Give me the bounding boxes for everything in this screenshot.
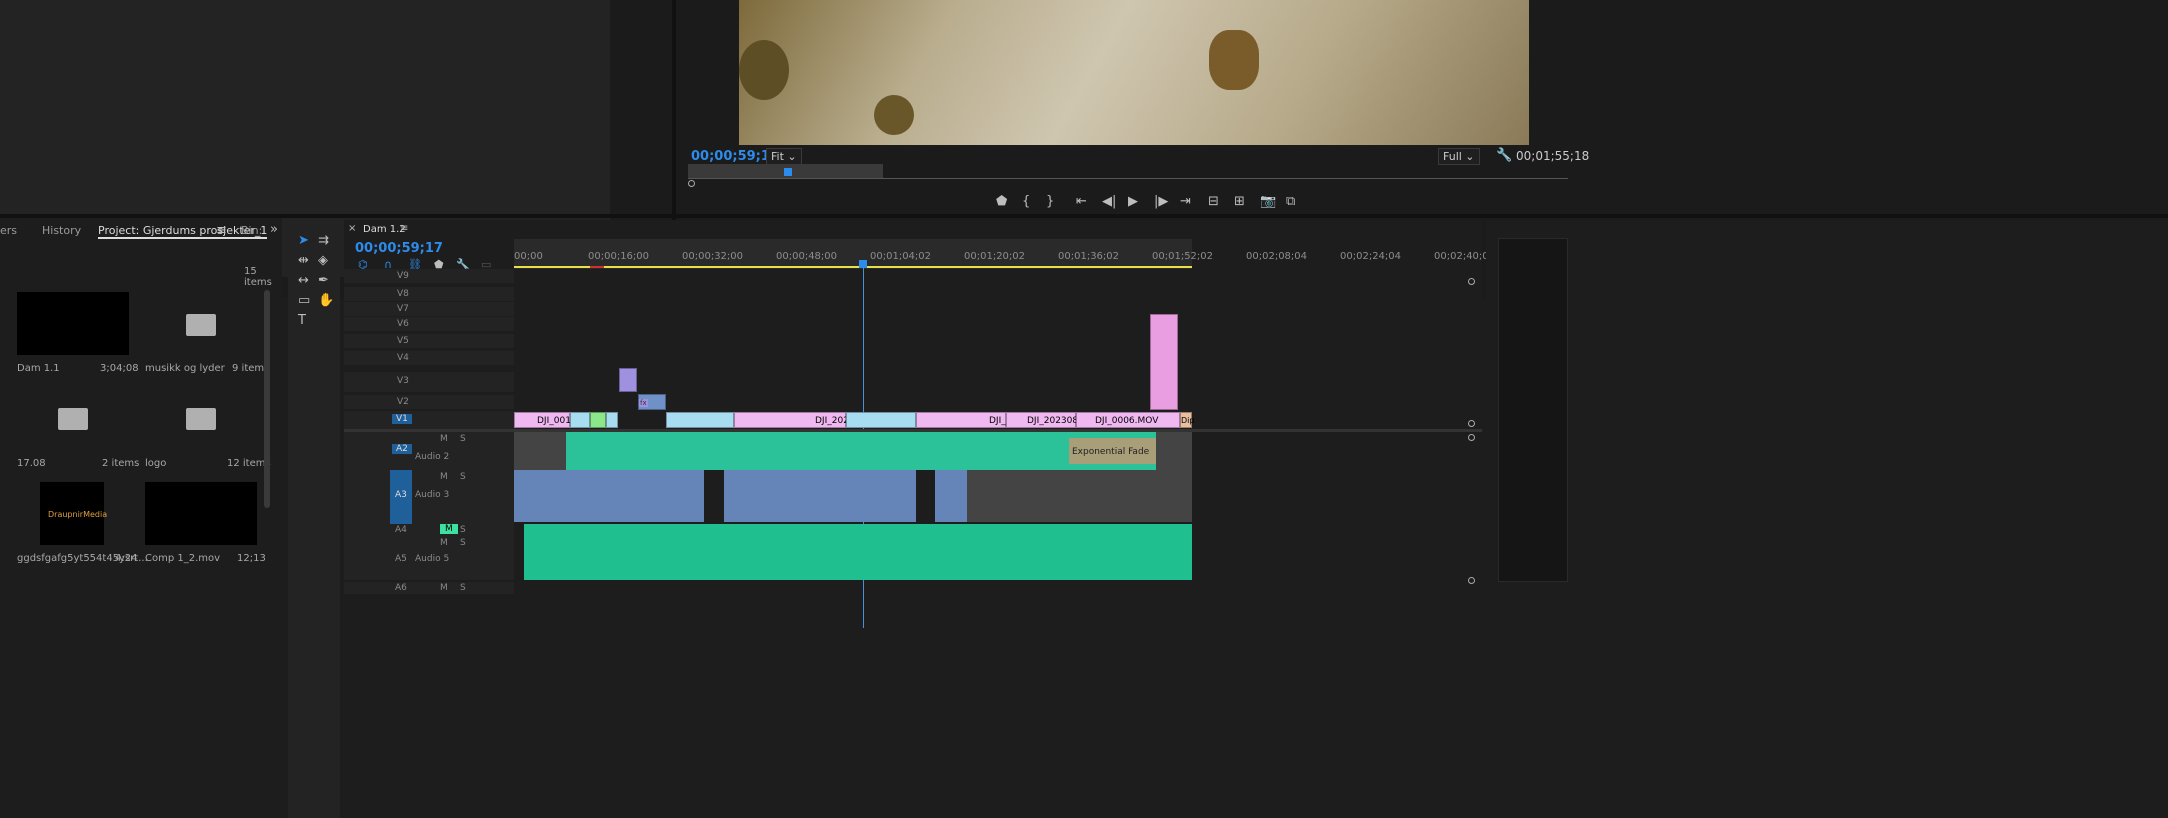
tab-bin[interactable]: Bin: [241,224,262,237]
program-playhead[interactable] [784,168,792,176]
clip-v1-a[interactable]: DJI_001 [514,412,571,428]
lift-icon[interactable]: ⊟ [1208,194,1219,209]
mute-active[interactable]: M [440,524,458,534]
rectangle-icon[interactable]: ▭ [298,293,310,308]
fade-transition[interactable]: Exponential Fade [1069,438,1156,464]
clip-v1[interactable] [570,412,590,428]
step-back-icon[interactable]: ◀| [1102,194,1116,209]
clip-v2[interactable]: fx [638,394,666,410]
thumb-logo[interactable]: DraupnirMedia [40,482,107,545]
audio-clip-a3[interactable] [514,470,704,522]
audio-meters [1486,220,2168,818]
clip-stack-v4-v6[interactable] [1150,314,1178,410]
scroll-handle[interactable] [688,180,695,187]
ripple-edit-icon[interactable]: ⇹ [298,253,309,268]
clip-v1-e[interactable]: DJI_0006.MOV [150%] [1076,412,1180,439]
close-icon[interactable]: × [348,223,356,234]
more-tabs-icon[interactable]: » [270,222,278,237]
wrench-icon[interactable]: 🔧 [1496,148,1512,163]
razor-icon[interactable]: ◈ [318,253,328,268]
audio-track-a6: A6 M S [344,582,514,594]
audio-scroll-handle[interactable] [1468,577,1475,584]
program-video-frame [739,0,1529,145]
tools-panel: ➤ ⇉ ⇹ ◈ ↔ ✒ ▭ ✋ T [288,220,340,818]
go-to-out-icon[interactable]: ⇥ [1180,194,1191,209]
clip-v3[interactable] [619,368,637,392]
clip-v1[interactable] [606,412,618,428]
slip-icon[interactable]: ↔ [298,273,309,288]
audio-track-a4: A4 M S [344,524,514,536]
tab-markers[interactable]: ers [0,224,17,237]
panel-menu-icon[interactable]: ≡ [216,223,227,238]
transition-dip[interactable]: Dip [1180,412,1194,428]
thumb-dam11[interactable] [17,292,129,355]
play-icon[interactable]: ▶ [1128,194,1138,209]
video-scroll-handle[interactable] [1468,278,1475,285]
go-to-in-icon[interactable]: ⇤ [1076,194,1087,209]
extract-icon[interactable]: ⊞ [1234,194,1245,209]
folder-icon[interactable] [58,408,88,430]
quality-select[interactable]: Full ⌄ [1438,148,1480,165]
audio-track-a3: A3 Audio 3 M S [344,470,514,524]
panel-menu-icon[interactable]: ≡ [400,223,408,234]
thumb-comp[interactable] [145,482,257,545]
scrollbar[interactable] [264,290,270,508]
folder-icon[interactable] [186,408,216,430]
playhead-handle[interactable] [859,260,867,268]
selection-tool-icon[interactable]: ➤ [298,233,309,248]
audio-track-a2: A2 Audio 2 M S [344,432,514,470]
audio-clip-a3[interactable] [724,470,916,522]
hand-icon[interactable]: ✋ [318,293,334,308]
compare-icon[interactable]: ⧉ [1286,194,1295,209]
add-marker-icon[interactable]: ⬟ [996,194,1007,209]
pen-icon[interactable]: ✒ [318,273,329,288]
mark-out-icon[interactable]: } [1046,194,1054,209]
clip-v1[interactable] [666,412,734,428]
clip-v1[interactable] [590,412,606,428]
export-frame-icon[interactable]: 📷 [1260,194,1276,209]
audio-clip-a3[interactable] [935,470,967,522]
folder-icon[interactable] [186,314,216,336]
type-tool-icon[interactable]: T [298,313,306,328]
sequence-timecode[interactable]: 00;00;59;17 [355,241,443,256]
track-select-icon[interactable]: ⇉ [318,233,329,248]
clip-v1[interactable] [846,412,916,428]
mark-in-icon[interactable]: { [1022,194,1030,209]
program-duration: 00;01;55;18 [1516,149,1590,163]
clip-v1-b[interactable]: DJI_20230 [734,412,860,428]
audio-track-a5: A5 Audio 5 M S [344,536,514,580]
video-scroll-handle[interactable] [1468,420,1475,427]
zoom-select[interactable]: Fit ⌄ [766,148,802,165]
clip-v1-d[interactable]: DJI_20230817 [1006,412,1090,428]
audio-clip-a2[interactable] [566,432,1156,470]
project-panel: ers History Project: Gjerdums prosjekter… [0,218,282,818]
v1-target[interactable]: V1 [392,414,412,424]
item-count: 15 items [244,266,272,288]
tab-history[interactable]: History [42,224,81,237]
audio-scroll-handle[interactable] [1468,434,1475,441]
audio-clip-a5[interactable] [524,524,1192,580]
step-forward-icon[interactable]: |▶ [1154,194,1168,209]
sequence-panel: × Dam 1.2 ≡ 00;00;59;17 ⌬ ∩ ⛓ ⬟ 🔧 ▭ 00;0… [344,220,1489,818]
clip-v1-c[interactable]: DJI_ [916,412,1006,428]
